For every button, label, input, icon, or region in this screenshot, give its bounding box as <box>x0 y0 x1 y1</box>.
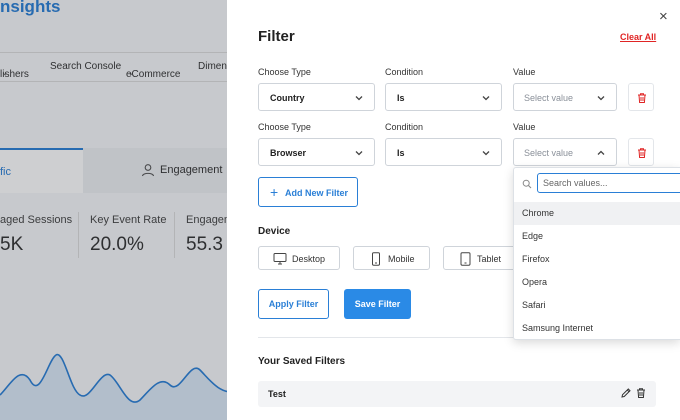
saved-filter-name: Test <box>268 389 286 399</box>
add-new-filter-button[interactable]: + Add New Filter <box>258 177 358 207</box>
close-icon[interactable]: × <box>659 8 668 25</box>
condition-label: Condition <box>385 67 424 77</box>
condition-select[interactable]: Is <box>385 83 502 111</box>
saved-filters-title: Your Saved Filters <box>258 356 346 367</box>
value-label: Value <box>513 122 536 132</box>
save-filter-button[interactable]: Save Filter <box>344 289 411 319</box>
type-select[interactable]: Country <box>258 83 375 111</box>
choose-type-label: Choose Type <box>258 122 311 132</box>
dropdown-option-samsung-internet[interactable]: Samsung Internet <box>514 317 680 340</box>
device-label: Device <box>258 226 291 237</box>
desktop-icon <box>273 253 287 265</box>
value-select[interactable]: Select value <box>513 83 617 111</box>
mobile-icon <box>372 252 380 266</box>
edit-icon[interactable] <box>620 387 632 399</box>
condition-label: Condition <box>385 122 424 132</box>
device-desktop-button[interactable]: Desktop <box>258 246 340 270</box>
chevron-down-icon <box>355 96 363 101</box>
apply-filter-button[interactable]: Apply Filter <box>258 289 329 319</box>
chevron-down-icon <box>482 96 490 101</box>
trash-icon <box>638 93 646 103</box>
value-select-open[interactable]: Select value <box>513 138 617 166</box>
delete-filter-button[interactable] <box>628 83 654 111</box>
dropdown-option-edge[interactable]: Edge <box>514 225 680 248</box>
delete-filter-button[interactable] <box>628 138 654 166</box>
chevron-down-icon <box>355 151 363 156</box>
search-values-input[interactable] <box>537 173 680 193</box>
dropdown-option-opera[interactable]: Opera <box>514 271 680 294</box>
clear-all-link[interactable]: Clear All <box>620 32 656 42</box>
condition-select[interactable]: Is <box>385 138 502 166</box>
type-select[interactable]: Browser <box>258 138 375 166</box>
device-mobile-button[interactable]: Mobile <box>353 246 430 270</box>
trash-icon[interactable] <box>635 387 647 399</box>
saved-filter-item[interactable]: Test <box>258 381 656 407</box>
chevron-down-icon <box>482 151 490 156</box>
plus-icon: + <box>270 184 279 200</box>
choose-type-label: Choose Type <box>258 67 311 77</box>
dropdown-option-safari[interactable]: Safari <box>514 294 680 317</box>
value-label: Value <box>513 67 536 77</box>
value-dropdown-menu: Chrome Edge Firefox Opera Safari Samsung… <box>513 167 680 340</box>
dropdown-option-chrome[interactable]: Chrome <box>514 202 680 225</box>
chevron-down-icon <box>597 96 605 101</box>
dropdown-option-firefox[interactable]: Firefox <box>514 248 680 271</box>
trash-icon <box>638 148 646 158</box>
search-icon <box>522 179 532 189</box>
chevron-up-icon <box>597 150 605 155</box>
tablet-icon <box>460 252 471 266</box>
drawer-title: Filter <box>258 28 295 45</box>
